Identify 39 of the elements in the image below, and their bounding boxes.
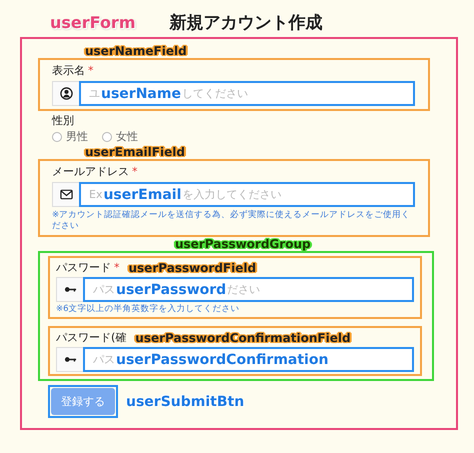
required-mark: * (114, 261, 120, 274)
radio-button[interactable] (102, 132, 112, 142)
required-mark: * (88, 64, 94, 77)
radio-label: 女性 (116, 129, 138, 144)
placeholder-text: ユ (89, 86, 100, 101)
placeholder-text: を入力してください (182, 187, 282, 202)
field-label: パスワード (56, 260, 111, 275)
placeholder-text: してください (182, 86, 248, 101)
annotation-label: userEmail (103, 186, 182, 202)
input-field[interactable]: ユ userName してください (79, 81, 415, 106)
required-mark: * (132, 165, 138, 178)
annotation-label: userPasswordField (128, 260, 256, 274)
mail-icon (60, 188, 72, 201)
field-label: 表示名 (52, 63, 85, 78)
placeholder-text: Ex (89, 188, 102, 201)
input-field[interactable]: パス userPasswordConfirmation (83, 347, 414, 372)
annotation-label: userPasswordConfirmation (116, 352, 328, 368)
input-field[interactable]: Ex userEmail を入力してください (79, 182, 415, 207)
input-field[interactable]: パス userPassword ださい (83, 277, 414, 302)
annotation-label: userName (101, 86, 181, 102)
placeholder-text: ださい (227, 282, 260, 297)
annotation-label: userForm (50, 12, 136, 32)
placeholder-text: パス (93, 352, 115, 367)
help-text: ※6文字以上の半角英数字を入力してください (56, 304, 241, 315)
help-text: ※アカウント認証確認メールを送信する為、必ず実際に使えるメールアドレスをご使用ください (52, 210, 412, 232)
annotation-label: userNameField (85, 44, 187, 58)
annotation-label: userSubmitBtn (126, 394, 244, 410)
field-label: パスワード(確 (56, 330, 126, 345)
placeholder-text: パス (93, 282, 115, 297)
page-title: 新規アカウント作成 (170, 12, 322, 34)
annotation-label: userPasswordConfirmationField (135, 330, 351, 344)
annotation-label: userPasswordGroup (175, 238, 311, 251)
radio-label: 男性 (66, 129, 88, 144)
radio-button[interactable] (52, 132, 62, 142)
field-label: 性別 (52, 113, 75, 128)
annotation-label: userPassword (116, 282, 226, 298)
annotation-label: userEmailField (85, 145, 185, 159)
field-label: メールアドレス (52, 164, 129, 179)
user-icon (60, 87, 72, 100)
